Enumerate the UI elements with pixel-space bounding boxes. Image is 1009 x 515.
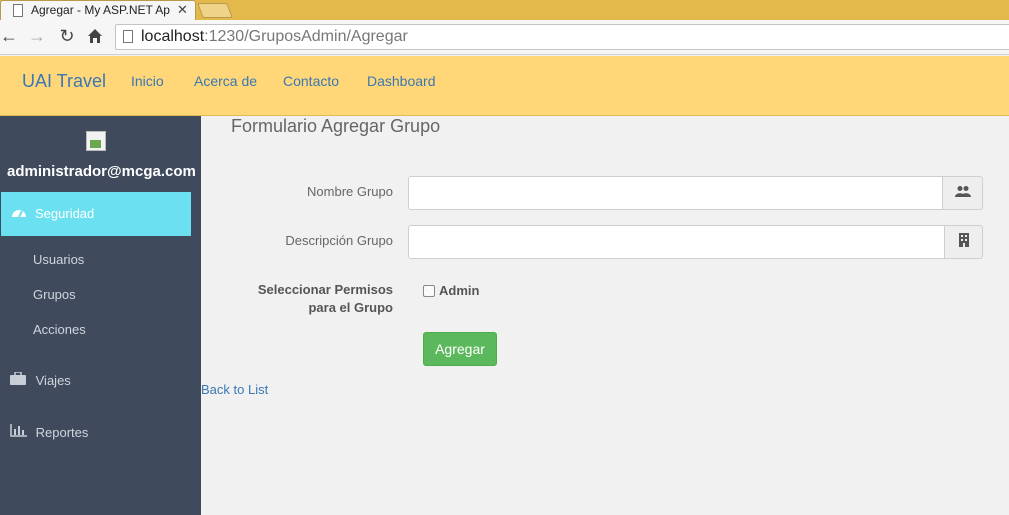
sidebar-subitem-usuarios[interactable]: Usuarios [33, 252, 84, 267]
new-tab-button[interactable] [197, 3, 233, 18]
sidebar-subitem-grupos[interactable]: Grupos [33, 287, 76, 302]
dashboard-icon [11, 205, 27, 221]
nombre-grupo-input-group [408, 176, 983, 210]
sidebar-subitem-acciones[interactable]: Acciones [33, 322, 86, 337]
descripcion-grupo-input-group [408, 225, 983, 259]
nav-link-contacto[interactable]: Contacto [283, 73, 339, 89]
users-icon [942, 176, 983, 210]
admin-checkbox[interactable] [423, 285, 435, 297]
sidebar-item-viajes[interactable]: Viajes [10, 371, 71, 388]
tab-close-icon[interactable]: ✕ [177, 2, 188, 18]
nav-link-acerca-de[interactable]: Acerca de [194, 73, 257, 89]
site-navbar: UAI Travel Inicio Acerca de Contacto Das… [0, 56, 1009, 116]
nombre-grupo-input[interactable] [408, 176, 943, 210]
nombre-grupo-label: Nombre Grupo [307, 184, 393, 199]
browser-tabstrip: Agregar - My ASP.NET Ap ✕ [0, 0, 1009, 20]
bar-chart-icon [10, 424, 32, 440]
back-to-list-link[interactable]: Back to List [201, 382, 268, 397]
briefcase-icon [10, 371, 32, 388]
home-icon[interactable] [84, 26, 106, 49]
tab-title: Agregar - My ASP.NET Ap [31, 3, 170, 17]
sidebar-item-label: Viajes [35, 373, 71, 388]
sidebar-item-label: Reportes [35, 425, 89, 440]
descripcion-grupo-label: Descripción Grupo [285, 233, 393, 248]
sidebar-item-reportes[interactable]: Reportes [10, 424, 88, 440]
descripcion-grupo-input[interactable] [408, 225, 945, 259]
nav-link-inicio[interactable]: Inicio [131, 73, 164, 89]
sidebar: administrador@mcga.com Seguridad Usuario… [0, 116, 201, 515]
page-title: Formulario Agregar Grupo [231, 116, 441, 136]
reload-icon[interactable]: ↻ [56, 26, 78, 47]
page-icon [123, 30, 133, 43]
brand-link[interactable]: UAI Travel [22, 71, 106, 92]
browser-toolbar: ← → ↻ localhost:1230/GruposAdmin/Agregar [0, 20, 1009, 55]
browser-tab[interactable]: Agregar - My ASP.NET Ap ✕ [0, 0, 196, 20]
nav-link-dashboard[interactable]: Dashboard [367, 73, 436, 89]
username: administrador@mcga.com [7, 163, 196, 180]
agregar-button[interactable]: Agregar [423, 332, 497, 366]
avatar [86, 131, 106, 151]
sidebar-item-seguridad[interactable]: Seguridad [1, 192, 191, 236]
permisos-label: Seleccionar Permisos para el Grupo [257, 282, 393, 315]
sidebar-item-label: Seguridad [35, 206, 95, 221]
url-text: localhost:1230/GruposAdmin/Agregar [141, 28, 408, 45]
page-icon [13, 4, 23, 17]
building-icon [944, 225, 983, 259]
forward-arrow-icon[interactable]: → [26, 26, 48, 47]
address-bar[interactable]: localhost:1230/GruposAdmin/Agregar [115, 24, 1009, 50]
admin-checkbox-label[interactable]: Admin [439, 283, 479, 298]
back-arrow-icon[interactable]: ← [0, 26, 20, 47]
